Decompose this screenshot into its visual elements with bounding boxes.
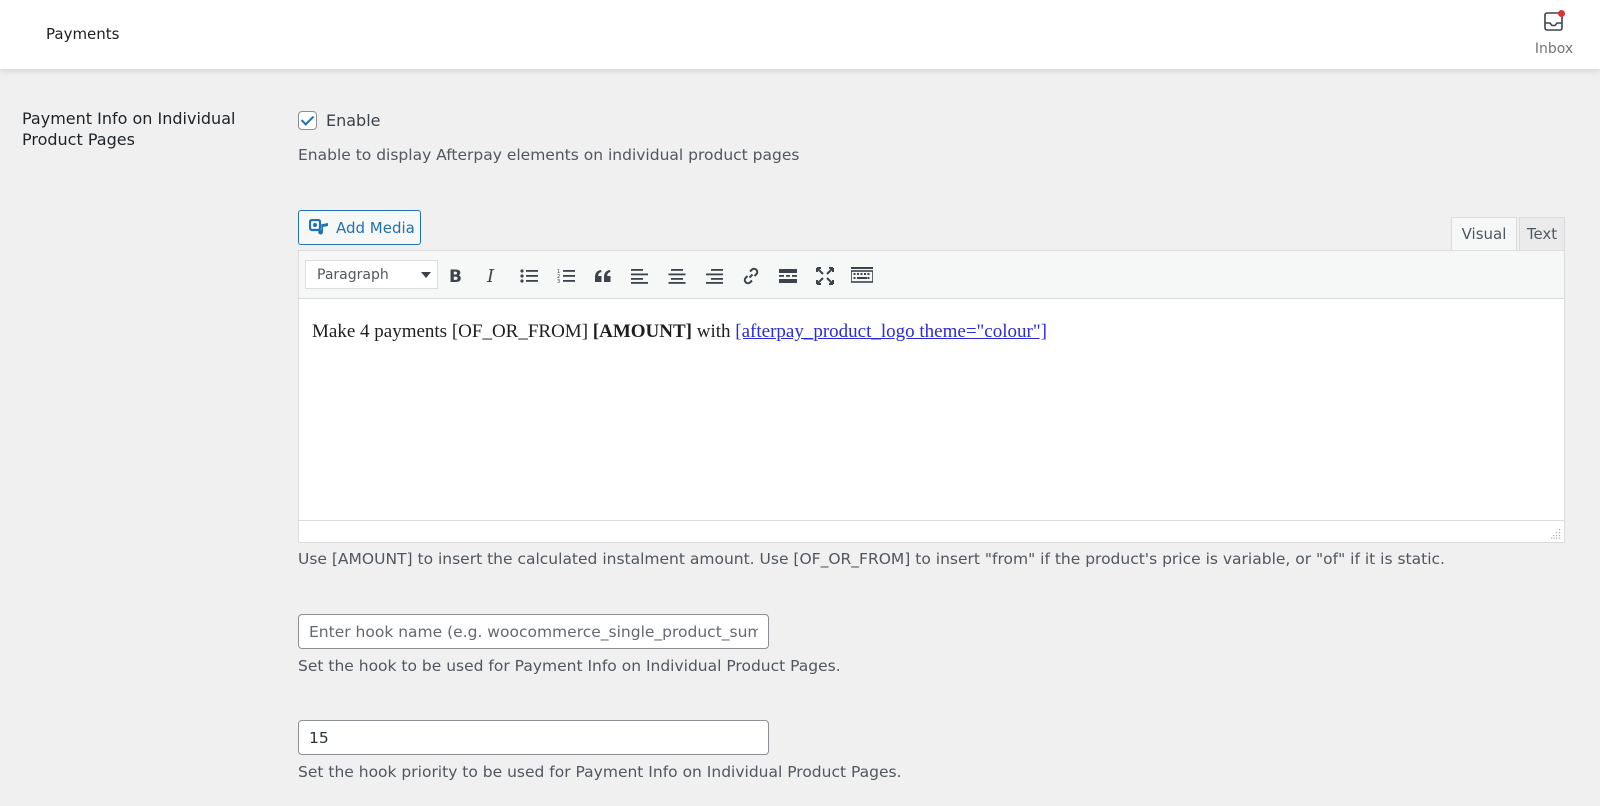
- tab-text[interactable]: Text: [1519, 217, 1565, 251]
- italic-icon: I: [486, 267, 495, 285]
- bold-button[interactable]: B: [441, 263, 469, 289]
- link-icon: [743, 267, 759, 285]
- align-center-button[interactable]: [663, 263, 691, 289]
- notification-dot: [1558, 10, 1565, 17]
- svg-text:I: I: [486, 267, 495, 285]
- link-button[interactable]: [737, 263, 765, 289]
- align-right-icon: [706, 269, 723, 284]
- editor-content[interactable]: Make 4 payments [OF_OR_FROM] [AMOUNT] wi…: [312, 321, 1047, 343]
- toolbar-toggle-icon: [851, 267, 873, 283]
- priority-description: Set the hook priority to be used for Pay…: [298, 763, 902, 781]
- enable-row: Enable: [298, 110, 381, 130]
- blockquote-button[interactable]: [589, 263, 617, 289]
- rich-text-editor: Paragraph B I 1 2 3 Make 4 payments [OF_…: [298, 250, 1565, 543]
- editor-statusbar: [299, 520, 1564, 542]
- fullscreen-button[interactable]: [811, 263, 839, 289]
- read-more-icon: [779, 269, 797, 283]
- resize-grip-icon[interactable]: [1551, 529, 1561, 539]
- numbered-list-icon: 1 2 3: [557, 269, 575, 284]
- hook-priority-input[interactable]: [298, 720, 769, 755]
- bullet-list-icon: [520, 269, 538, 283]
- svg-text:B: B: [449, 267, 462, 285]
- italic-button[interactable]: I: [478, 263, 506, 289]
- read-more-button[interactable]: [774, 263, 802, 289]
- inbox-button[interactable]: Inbox: [1532, 10, 1576, 60]
- content-amount-placeholder: [AMOUNT]: [592, 321, 692, 342]
- content-shortcode[interactable]: [afterpay_product_logo theme="colour"]: [735, 321, 1047, 342]
- enable-checkbox[interactable]: [298, 110, 317, 130]
- add-media-button[interactable]: Add Media: [298, 210, 421, 245]
- content-text-1: Make 4 payments [OF_OR_FROM]: [312, 321, 593, 342]
- hook-description: Set the hook to be used for Payment Info…: [298, 657, 841, 675]
- page-title: Payments: [46, 25, 120, 43]
- top-header-bar: Payments Inbox: [0, 0, 1600, 69]
- bold-icon: B: [449, 267, 462, 285]
- svg-text:3: 3: [557, 279, 560, 284]
- enable-label: Enable: [326, 110, 381, 130]
- format-select[interactable]: Paragraph: [305, 260, 438, 289]
- align-center-icon: [668, 269, 686, 284]
- numbered-list-button[interactable]: 1 2 3: [552, 263, 580, 289]
- format-select-value: Paragraph: [317, 266, 389, 283]
- tab-visual[interactable]: Visual: [1451, 217, 1517, 251]
- editor-toolbar: Paragraph B I 1 2 3: [299, 251, 1564, 299]
- inbox-label: Inbox: [1534, 41, 1574, 57]
- add-media-icon: [309, 218, 328, 234]
- chevron-down-icon: [421, 272, 431, 278]
- toolbar-toggle-button[interactable]: [848, 263, 876, 289]
- blockquote-icon: [595, 270, 611, 282]
- bullet-list-button[interactable]: [515, 263, 543, 289]
- align-right-button[interactable]: [700, 263, 728, 289]
- add-media-label: Add Media: [336, 218, 415, 237]
- align-left-icon: [631, 269, 648, 284]
- content-text-2: with: [691, 321, 736, 342]
- align-left-button[interactable]: [626, 263, 654, 289]
- hook-name-input[interactable]: [298, 614, 769, 649]
- editor-help-text: Use [AMOUNT] to insert the calculated in…: [298, 550, 1445, 568]
- fullscreen-icon: [816, 267, 834, 285]
- setting-label: Payment Info on Individual Product Pages: [22, 109, 236, 149]
- enable-description: Enable to display Afterpay elements on i…: [298, 146, 800, 164]
